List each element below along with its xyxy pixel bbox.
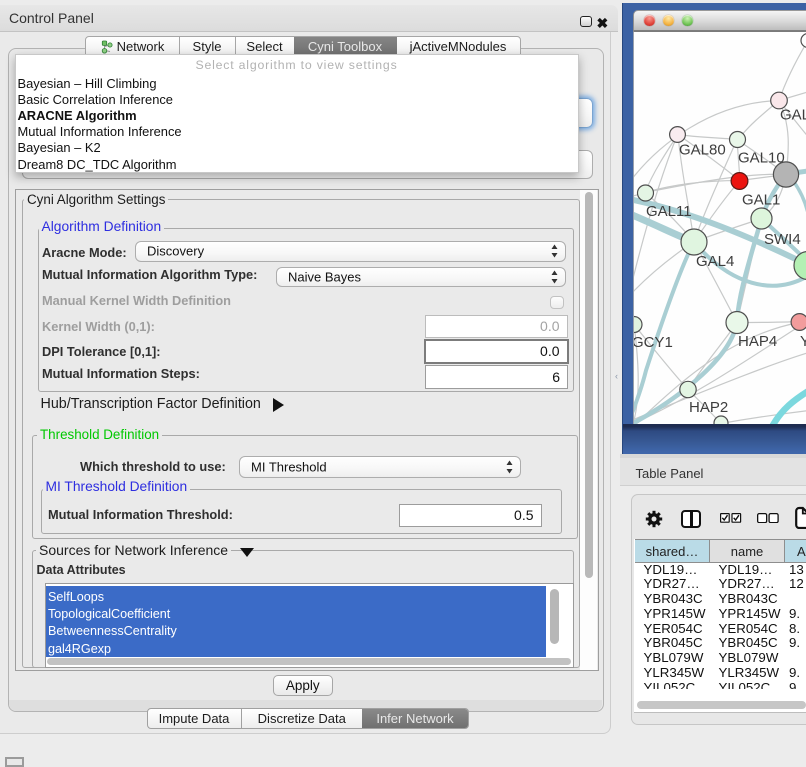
svg-text:GCY1: GCY1 <box>634 334 673 351</box>
svg-text:SWI4: SWI4 <box>764 231 801 248</box>
svg-text:GAL4: GAL4 <box>696 253 734 270</box>
svg-text:GAL80: GAL80 <box>679 142 726 159</box>
svg-text:GAL11: GAL11 <box>646 203 692 220</box>
svg-text:GAL2: GAL2 <box>780 107 806 124</box>
svg-text:GAL1: GAL1 <box>742 192 780 209</box>
svg-text:HAP4: HAP4 <box>738 333 777 350</box>
svg-text:YDR: YDR <box>800 333 806 350</box>
svg-text:HAP2: HAP2 <box>689 399 728 416</box>
svg-text:GAL10: GAL10 <box>738 150 785 167</box>
